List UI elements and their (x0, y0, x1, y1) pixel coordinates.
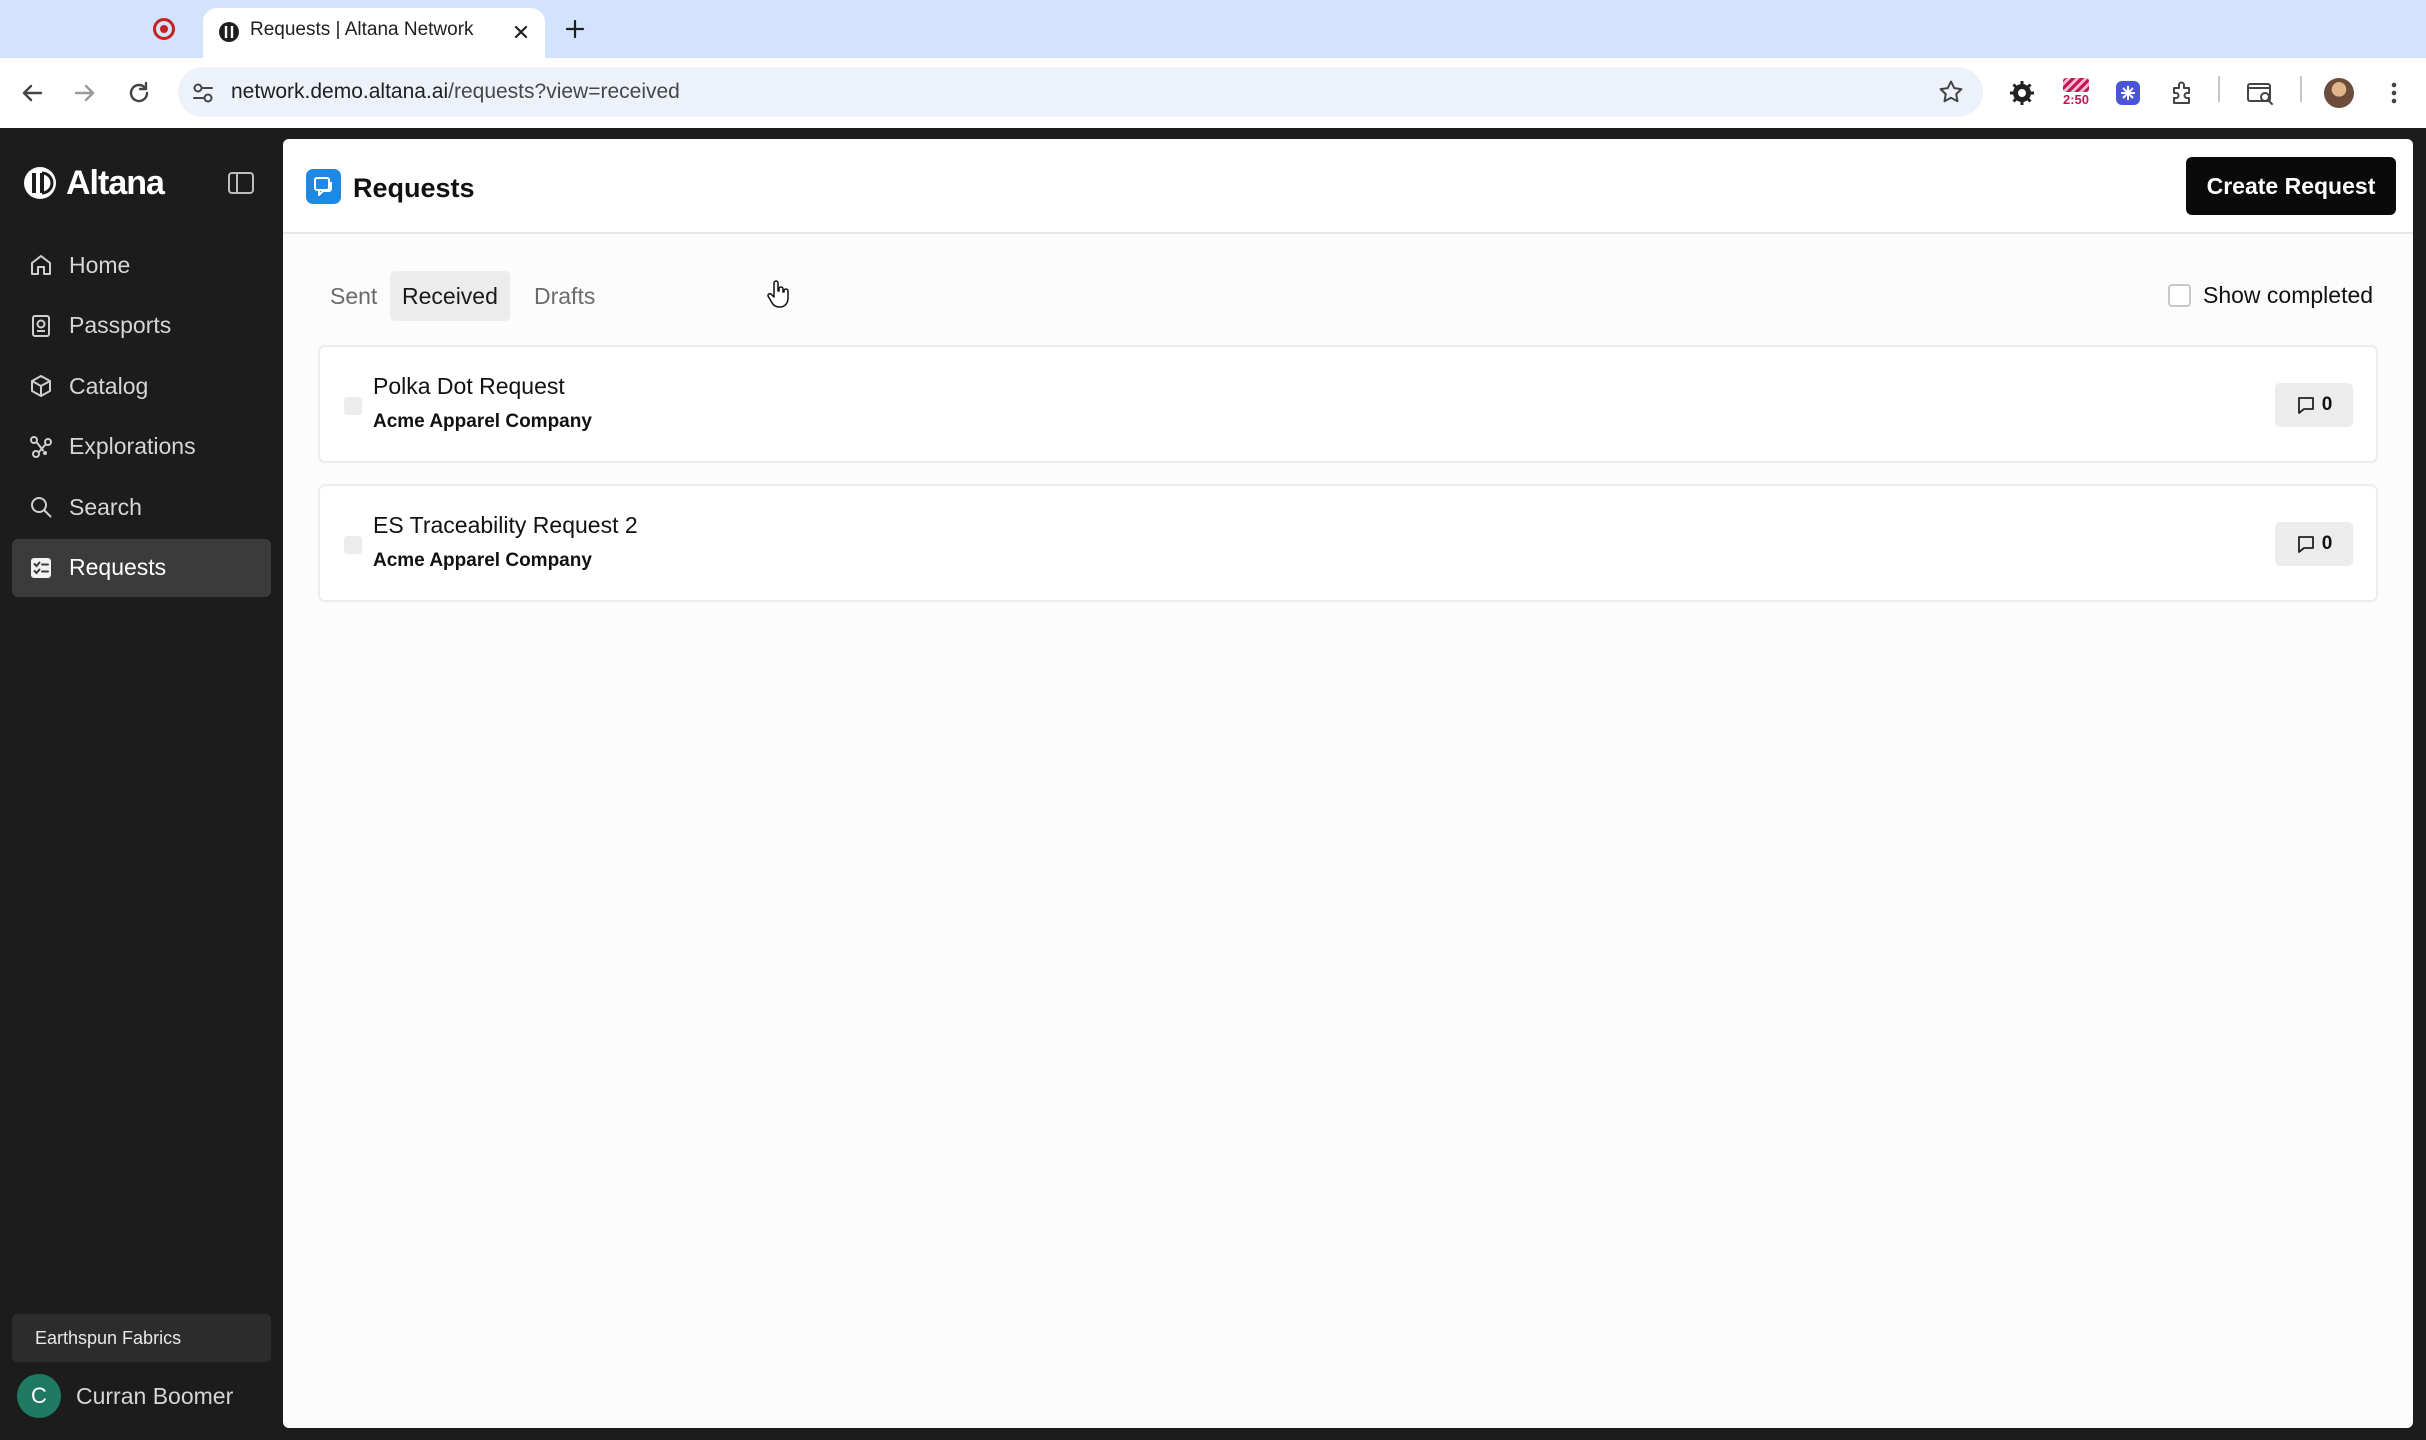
timer-extension-time: 2:50 (2062, 92, 2090, 107)
show-completed-label: Show completed (2203, 282, 2374, 308)
toolbar-divider (2300, 76, 2302, 102)
home-icon (31, 255, 51, 275)
comment-count: 0 (2321, 533, 2333, 554)
chat-bubble-icon (314, 177, 332, 196)
brand-name: Altana (66, 163, 165, 202)
toolbar-divider (2218, 76, 2220, 102)
address-bar[interactable]: network.demo.altana.ai/requests?view=rec… (178, 67, 1983, 117)
user-name: Curran Boomer (76, 1382, 234, 1409)
timer-extension[interactable]: 2:50 (2058, 78, 2094, 112)
new-tab-icon[interactable] (562, 16, 588, 42)
sidebar-item-explorations[interactable]: Explorations (12, 418, 271, 476)
browser-tab-title: Requests | Altana Network (250, 19, 474, 40)
sidebar-item-label: Catalog (69, 372, 149, 399)
sidebar: Altana Home Passports Catalog Exploratio… (0, 128, 283, 1440)
request-select-checkbox[interactable] (344, 536, 362, 554)
tab-received[interactable]: Received (390, 271, 510, 321)
comments-badge[interactable]: 0 (2275, 383, 2353, 427)
sidebar-item-label: Explorations (69, 433, 196, 459)
altana-favicon-icon (219, 22, 239, 42)
request-company: Acme Apparel Company (373, 550, 592, 571)
timer-extension-icon (2063, 78, 2089, 92)
comment-icon (2297, 397, 2314, 414)
tab-search-icon[interactable] (2245, 78, 2275, 108)
avatar: C (17, 1374, 61, 1418)
browser-tab-bar: Requests | Altana Network (0, 0, 2426, 58)
page-header: Requests Create Request (283, 139, 2413, 234)
altana-logo[interactable]: Altana (22, 163, 165, 203)
comment-icon (2297, 536, 2314, 553)
sidebar-item-label: Home (69, 251, 131, 278)
altana-logo-icon (24, 167, 56, 199)
requests-page-icon (306, 169, 341, 204)
request-list: Polka Dot Request Acme Apparel Company 0… (318, 345, 2378, 623)
forward-arrow-icon[interactable] (70, 78, 100, 108)
cube-icon (31, 375, 51, 397)
extensions-puzzle-icon[interactable] (2167, 78, 2197, 108)
request-select-checkbox[interactable] (344, 397, 362, 415)
user-menu[interactable]: C Curran Boomer (17, 1374, 233, 1418)
show-completed-checkbox[interactable] (2168, 284, 2191, 307)
request-view-tabs: Sent Received Drafts (318, 271, 607, 321)
main-content: Requests Create Request Sent Received Dr… (283, 139, 2413, 1428)
request-card[interactable]: ES Traceability Request 2 Acme Apparel C… (318, 484, 2378, 602)
tab-sent[interactable]: Sent (318, 271, 388, 321)
close-tab-icon[interactable] (509, 20, 533, 44)
sidebar-item-search[interactable]: Search (12, 478, 271, 536)
site-settings-icon[interactable] (190, 80, 216, 106)
show-completed-toggle[interactable]: Show completed (2168, 282, 2373, 309)
url-host: network.demo.altana.ai (231, 80, 449, 103)
search-icon (31, 497, 52, 518)
tab-drafts[interactable]: Drafts (522, 271, 607, 321)
request-name: ES Traceability Request 2 (373, 512, 638, 538)
create-request-button[interactable]: Create Request (2186, 157, 2396, 215)
reload-icon[interactable] (124, 78, 154, 108)
page-title: Requests (353, 173, 475, 203)
browser-menu-icon[interactable] (2379, 78, 2409, 108)
recording-icon[interactable] (153, 18, 175, 40)
graph-icon (30, 435, 52, 458)
url-text: network.demo.altana.ai/requests?view=rec… (231, 80, 680, 104)
sidebar-item-label: Passports (69, 312, 172, 338)
browser-profile-avatar[interactable] (2324, 78, 2354, 108)
request-card[interactable]: Polka Dot Request Acme Apparel Company 0 (318, 345, 2378, 463)
comment-count: 0 (2321, 394, 2333, 415)
request-name: Polka Dot Request (373, 373, 565, 399)
comments-badge[interactable]: 0 (2275, 522, 2353, 566)
sidebar-item-label: Requests (69, 554, 167, 580)
sidebar-item-requests[interactable]: Requests (12, 538, 271, 597)
sidebar-item-catalog[interactable]: Catalog (12, 357, 271, 415)
sidebar-nav: Home Passports Catalog Explorations Sear… (12, 236, 271, 599)
request-company: Acme Apparel Company (373, 411, 592, 432)
sidebar-item-label: Search (69, 493, 142, 520)
passport-icon (32, 314, 50, 337)
bookmark-star-icon[interactable] (1937, 78, 1965, 106)
url-path: /requests?view=received (448, 80, 680, 103)
back-arrow-icon[interactable] (17, 78, 47, 108)
sidebar-item-passports[interactable]: Passports (12, 297, 271, 355)
browser-toolbar: network.demo.altana.ai/requests?view=rec… (0, 58, 2426, 128)
extension-app-icon[interactable] (2113, 78, 2143, 108)
organization-switcher[interactable]: Earthspun Fabrics (12, 1314, 271, 1362)
checklist-icon (31, 557, 51, 578)
hand-cursor-icon (767, 280, 789, 308)
browser-tab-requests[interactable]: Requests | Altana Network (203, 8, 545, 58)
settings-gear-icon[interactable] (2007, 78, 2037, 108)
sidebar-toggle-icon[interactable] (227, 170, 255, 196)
sidebar-item-home[interactable]: Home (12, 236, 271, 294)
